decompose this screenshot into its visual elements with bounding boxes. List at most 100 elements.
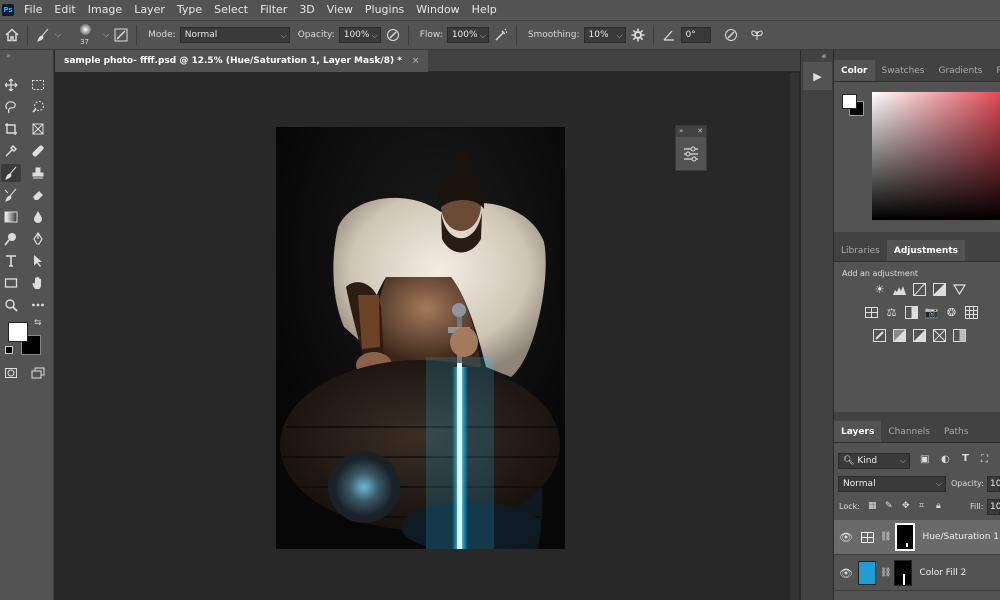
collapse-arrows-icon[interactable]: «: [822, 51, 827, 60]
exposure-icon[interactable]: [932, 282, 947, 297]
filter-pixel-icon[interactable]: ▣: [920, 454, 929, 465]
menu-window[interactable]: Window: [410, 0, 465, 20]
quick-select-tool-icon[interactable]: [28, 98, 48, 116]
curves-icon[interactable]: [912, 282, 927, 297]
layer-row[interactable]: 👁︎ ⛓ Hue/Saturation 1: [834, 520, 1000, 555]
menu-plugins[interactable]: Plugins: [359, 0, 410, 20]
close-icon[interactable]: ✕: [697, 126, 703, 137]
expand-arrows-icon[interactable]: »: [679, 126, 683, 137]
healing-brush-tool-icon[interactable]: [28, 142, 48, 160]
menu-layer[interactable]: Layer: [128, 0, 171, 20]
menu-file[interactable]: File: [18, 0, 48, 20]
tab-patterns[interactable]: Patte: [989, 60, 1000, 81]
layer-opacity-input[interactable]: 10: [987, 476, 1000, 492]
frame-tool-icon[interactable]: [28, 120, 48, 138]
hand-tool-icon[interactable]: [28, 274, 48, 292]
gradient-map-icon[interactable]: [952, 328, 967, 343]
eyedropper-tool-icon[interactable]: [1, 142, 21, 160]
filter-adjustment-icon[interactable]: ◐: [941, 454, 950, 465]
path-selection-tool-icon[interactable]: [28, 252, 48, 270]
brightness-contrast-icon[interactable]: ☀: [872, 282, 887, 297]
blur-tool-icon[interactable]: [28, 208, 48, 226]
brush-preset-icon[interactable]: [35, 27, 51, 43]
play-actions-icon[interactable]: ▶: [803, 62, 832, 90]
foreground-color-swatch[interactable]: [8, 322, 28, 342]
menu-3d[interactable]: 3D: [293, 0, 320, 20]
black-white-icon[interactable]: [904, 305, 919, 320]
threshold-icon[interactable]: [912, 328, 927, 343]
layer-filter-kind-select[interactable]: 🔍︎ Kind ⌵: [838, 453, 910, 469]
color-lookup-icon[interactable]: [964, 305, 979, 320]
tab-gradients[interactable]: Gradients: [932, 60, 990, 81]
menu-filter[interactable]: Filter: [254, 0, 293, 20]
tab-color[interactable]: Color: [834, 60, 875, 81]
layer-name[interactable]: Hue/Saturation 1: [922, 532, 999, 542]
blend-mode-select[interactable]: Normal ⌵: [838, 476, 946, 492]
smoothing-input[interactable]: 10% ⌵: [583, 27, 626, 43]
move-tool-icon[interactable]: [1, 76, 21, 94]
color-picker-field[interactable]: [872, 92, 1000, 220]
menu-view[interactable]: View: [321, 0, 359, 20]
filter-type-icon[interactable]: T: [962, 453, 969, 464]
channel-mixer-icon[interactable]: ❂: [944, 305, 959, 320]
brush-size-picker[interactable]: 37: [73, 21, 99, 49]
angle-input[interactable]: 0°: [680, 27, 711, 43]
pressure-opacity-icon[interactable]: [385, 27, 401, 43]
rectangle-tool-icon[interactable]: [1, 274, 21, 292]
mask-link-icon[interactable]: ⛓: [880, 532, 891, 542]
posterize-icon[interactable]: [892, 328, 907, 343]
brush-tool-icon[interactable]: [1, 164, 21, 182]
gear-icon[interactable]: [630, 27, 646, 43]
collapse-arrows-icon[interactable]: »: [6, 51, 11, 60]
tab-channels[interactable]: Channels: [881, 421, 937, 442]
lasso-tool-icon[interactable]: [1, 98, 21, 116]
airbrush-icon[interactable]: [493, 27, 509, 43]
hue-saturation-icon[interactable]: [864, 305, 879, 320]
layer-mask-thumbnail[interactable]: [894, 560, 913, 586]
pressure-size-icon[interactable]: [723, 27, 739, 43]
vertical-scrollbar[interactable]: [789, 73, 799, 600]
type-tool-icon[interactable]: [1, 252, 21, 270]
brush-settings-panel-icon[interactable]: [113, 27, 129, 43]
pen-tool-icon[interactable]: [28, 230, 48, 248]
lock-position-icon[interactable]: ✥: [902, 501, 910, 511]
chevron-down-icon[interactable]: ⌵: [55, 30, 61, 40]
lock-artboard-icon[interactable]: ⌗: [919, 501, 924, 511]
chevron-down-icon[interactable]: ⌵: [103, 30, 109, 40]
lock-paint-icon[interactable]: ✎: [885, 501, 893, 511]
menu-help[interactable]: Help: [466, 0, 503, 20]
levels-icon[interactable]: [892, 282, 907, 297]
tab-swatches[interactable]: Swatches: [875, 60, 932, 81]
menu-edit[interactable]: Edit: [48, 0, 81, 20]
vibrance-icon[interactable]: [952, 282, 967, 297]
screen-mode-icon[interactable]: [28, 364, 48, 382]
visibility-eye-icon[interactable]: 👁︎: [834, 531, 858, 544]
dodge-tool-icon[interactable]: [1, 230, 21, 248]
selective-color-icon[interactable]: [932, 328, 947, 343]
lock-transparent-icon[interactable]: ▦: [868, 501, 877, 511]
layer-name[interactable]: Color Fill 2: [919, 568, 966, 578]
menu-select[interactable]: Select: [208, 0, 254, 20]
marquee-tool-icon[interactable]: [28, 76, 48, 94]
tab-adjustments[interactable]: Adjustments: [886, 240, 965, 261]
color-balance-icon[interactable]: ⚖: [884, 305, 899, 320]
tab-layers[interactable]: Layers: [834, 421, 882, 442]
menu-image[interactable]: Image: [82, 0, 128, 20]
clone-stamp-tool-icon[interactable]: [28, 164, 48, 182]
layer-fill-input[interactable]: 10: [987, 499, 1000, 515]
tab-libraries[interactable]: Libraries: [834, 240, 887, 261]
more-tools-icon[interactable]: [28, 296, 48, 314]
flow-input[interactable]: 100% ⌵: [446, 27, 489, 43]
gradient-tool-icon[interactable]: [1, 208, 21, 226]
close-icon[interactable]: ×: [412, 56, 420, 66]
mask-link-icon[interactable]: ⛓: [880, 568, 891, 578]
layer-mask-thumbnail[interactable]: [895, 523, 916, 551]
tab-paths[interactable]: Paths: [937, 421, 975, 442]
mode-select[interactable]: Normal ⌵: [179, 27, 290, 43]
photo-filter-icon[interactable]: 📷: [924, 305, 939, 320]
color-fill-thumbnail[interactable]: [858, 561, 876, 585]
properties-icon[interactable]: [676, 137, 706, 170]
zoom-tool-icon[interactable]: [1, 296, 21, 314]
menu-type[interactable]: Type: [171, 0, 208, 20]
lock-all-icon[interactable]: 🔒︎: [936, 501, 941, 511]
